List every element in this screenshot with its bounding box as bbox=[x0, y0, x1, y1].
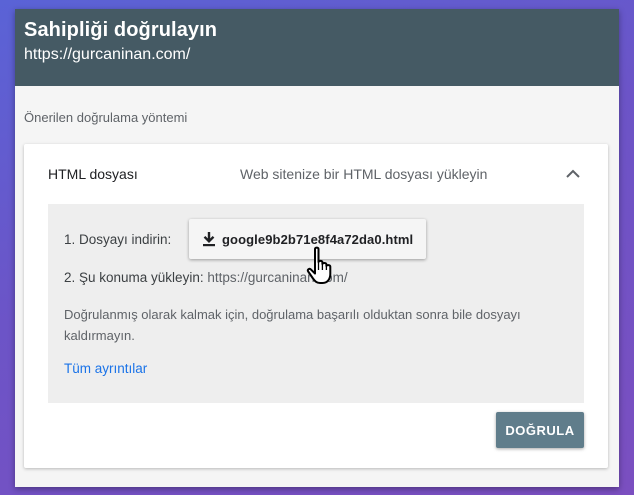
upload-location-url: https://gurcaninan.com/ bbox=[207, 270, 348, 285]
download-filename: google9b2b71e8f4a72da0.html bbox=[222, 231, 414, 247]
dialog-title: Sahipliği doğrulayın bbox=[24, 19, 218, 41]
method-details-panel: 1. Dosyayı indirin: google9b2b71e8f4a72d… bbox=[48, 204, 584, 403]
verify-button[interactable]: DOĞRULA bbox=[496, 412, 584, 448]
keep-file-note: Doğrulanmış olarak kalmak için, doğrulam… bbox=[64, 307, 521, 343]
verification-method-card: HTML dosyası Web sitenize bir HTML dosya… bbox=[24, 144, 608, 468]
chevron-up-icon[interactable] bbox=[564, 164, 582, 182]
step1-label: 1. Dosyayı indirin: bbox=[64, 232, 172, 247]
verify-ownership-dialog: Sahipliği doğrulayın https://gurcaninan.… bbox=[15, 9, 619, 487]
method-header[interactable]: HTML dosyası Web sitenize bir HTML dosya… bbox=[24, 144, 608, 204]
download-icon bbox=[201, 231, 217, 247]
desktop-background: Sahipliği doğrulayın https://gurcaninan.… bbox=[0, 0, 634, 495]
method-title: HTML dosyası bbox=[48, 166, 138, 182]
step2-label: 2. Şu konuma yükleyin: bbox=[64, 270, 204, 285]
step2: 2. Şu konuma yükleyin: https://gurcanina… bbox=[64, 270, 348, 285]
download-file-button[interactable]: google9b2b71e8f4a72da0.html bbox=[189, 219, 426, 259]
recommended-method-label: Önerilen doğrulama yöntemi bbox=[24, 110, 188, 125]
dialog-header: Sahipliği doğrulayın https://gurcaninan.… bbox=[15, 9, 619, 86]
all-details-link[interactable]: Tüm ayrıntılar bbox=[64, 361, 147, 376]
property-url: https://gurcaninan.com/ bbox=[24, 46, 191, 63]
method-description: Web sitenize bir HTML dosyası yükleyin bbox=[240, 166, 488, 182]
